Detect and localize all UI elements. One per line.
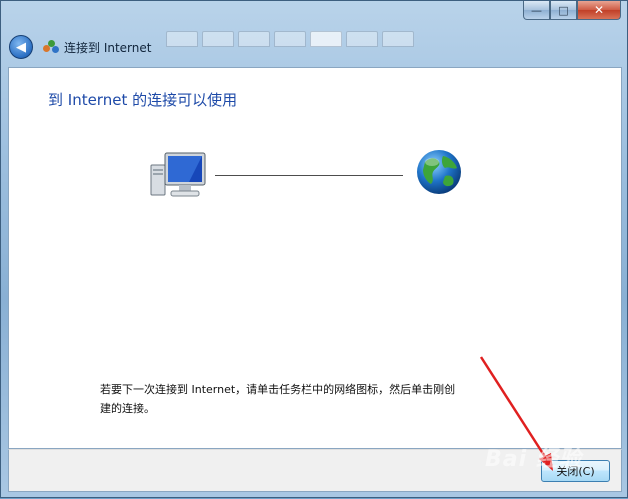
minimize-button[interactable]: —: [523, 1, 550, 20]
background-tab: [274, 31, 306, 47]
dialog-content: 到 Internet 的连接可以使用 若要下一次连接到 Internet，请单击…: [8, 67, 622, 449]
window-close-button[interactable]: ✕: [577, 1, 621, 20]
background-tab: [238, 31, 270, 47]
page-title: 到 Internet 的连接可以使用: [48, 91, 238, 109]
background-tab: [202, 31, 234, 47]
connection-line: [215, 175, 403, 176]
close-icon: ✕: [593, 3, 605, 17]
window-caption-buttons: — □ ✕: [523, 1, 621, 20]
maximize-button[interactable]: □: [550, 1, 577, 20]
back-button[interactable]: ◀: [9, 35, 33, 59]
network-connection-icon: [43, 40, 59, 54]
globe-icon: [417, 150, 461, 194]
background-tab: [310, 31, 342, 47]
watermark: Bai 经验: [485, 447, 582, 472]
background-tab: [382, 31, 414, 47]
back-arrow-icon: ◀: [16, 39, 26, 55]
maximize-icon: □: [558, 3, 569, 17]
background-tab: [166, 31, 198, 47]
instruction-text: 若要下一次连接到 Internet，请单击任务栏中的网络图标，然后单击刚创建的连…: [100, 383, 456, 415]
window-title: 连接到 Internet: [64, 40, 152, 55]
computer-icon: [150, 152, 206, 197]
navigation-bar: ◀ 连接到 Internet: [9, 33, 151, 61]
minimize-icon: —: [531, 3, 542, 17]
background-tab: [346, 31, 378, 47]
background-window-tabs: [166, 31, 414, 47]
dialog-window: — □ ✕ ◀ 连接到 Internet 到 Internet 的连接可以使用: [0, 0, 628, 498]
